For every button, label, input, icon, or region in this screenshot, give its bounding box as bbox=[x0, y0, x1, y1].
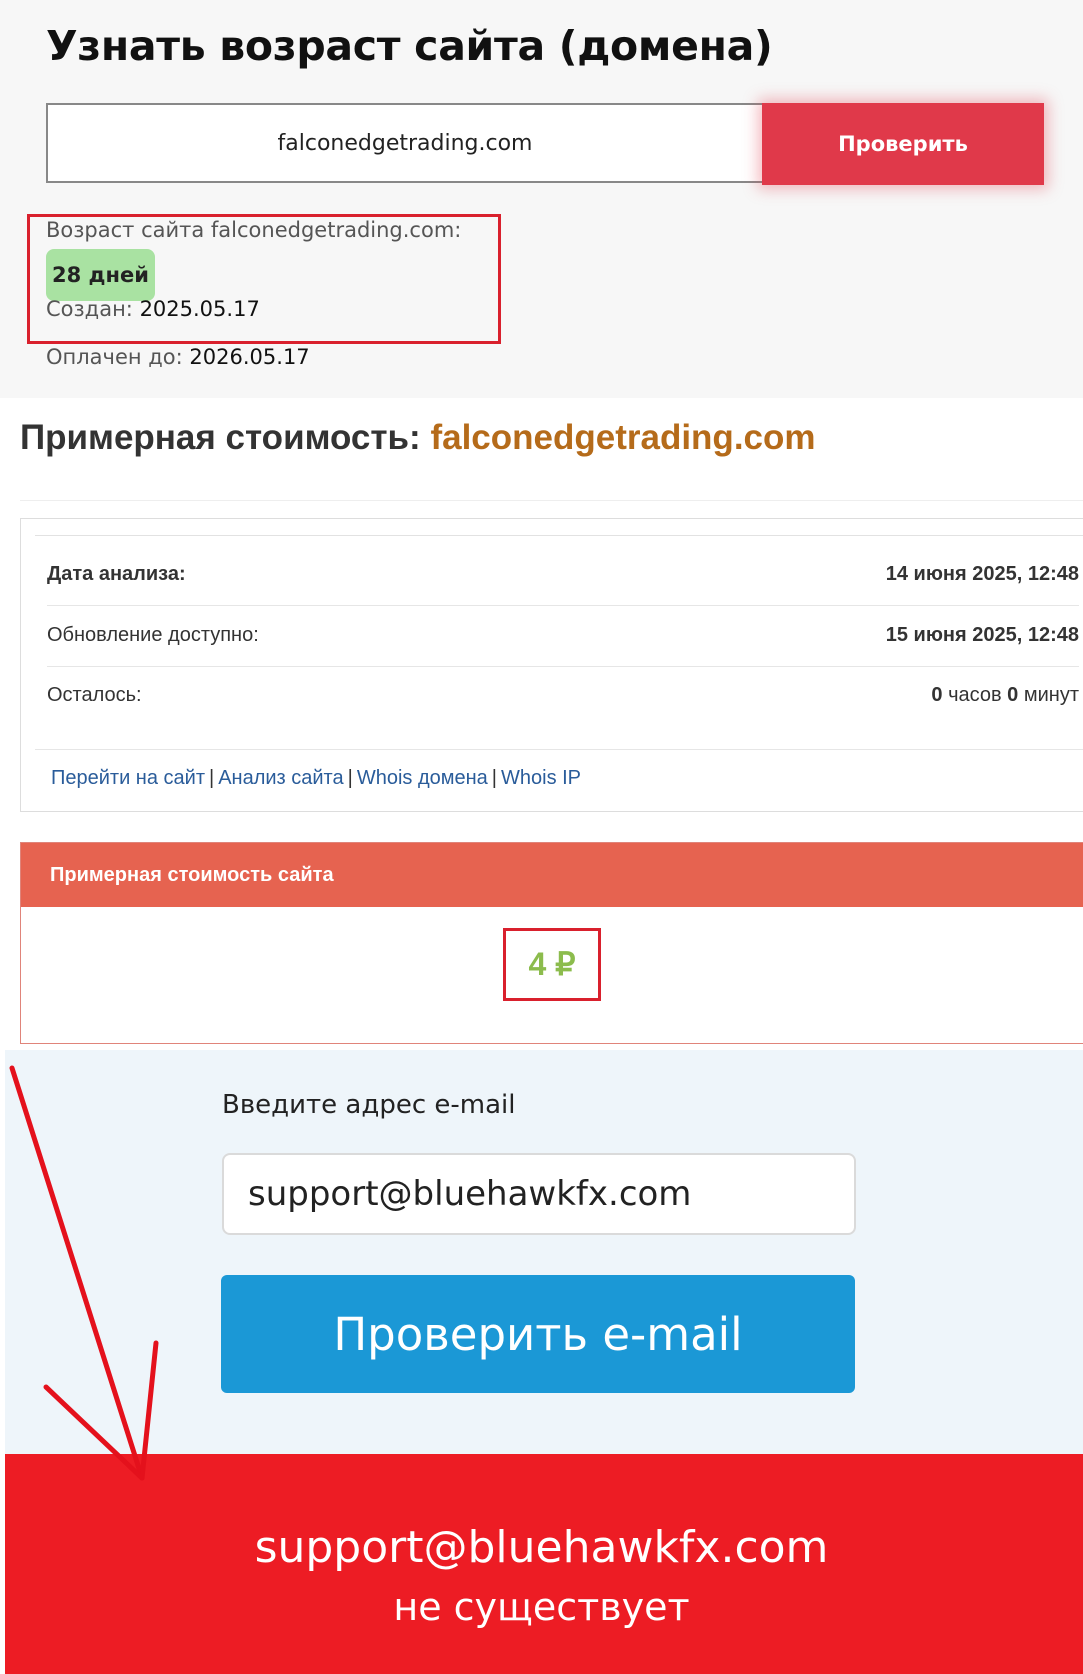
paid-until-line: Оплачен до: 2026.05.17 bbox=[46, 345, 310, 369]
age-badge: 28 дней bbox=[46, 249, 155, 301]
email-check-section bbox=[5, 1050, 1083, 1454]
estimate-header: Примерная стоимость сайта bbox=[21, 843, 1083, 907]
remaining-min-unit: минут bbox=[1023, 684, 1079, 706]
update-available-value: 15 июня 2025, 12:48 bbox=[885, 624, 1079, 646]
email-input[interactable] bbox=[222, 1153, 856, 1235]
estimate-header-label: Примерная стоимость сайта bbox=[50, 864, 334, 886]
estimate-value: 4 ₽ bbox=[503, 928, 601, 1001]
created-line: Создан: 2025.05.17 bbox=[46, 297, 260, 321]
age-label: Возраст сайта falconedgetrading.com: bbox=[46, 218, 462, 242]
analysis-card: Дата анализа: 14 июня 2025, 12:48 Обновл… bbox=[20, 518, 1083, 812]
link-whois-domain[interactable]: Whois домена bbox=[357, 767, 488, 789]
analysis-date-label: Дата анализа: bbox=[47, 563, 186, 585]
page-title: Узнать возраст сайта (домена) bbox=[46, 22, 773, 70]
remaining-value: 0 часов 0 минут bbox=[931, 684, 1079, 707]
cost-title: Примерная стоимость: falconedgetrading.c… bbox=[20, 418, 816, 458]
remaining-min-num: 0 bbox=[1007, 684, 1019, 706]
created-label: Создан: bbox=[46, 297, 133, 321]
remaining-hours-unit: часов bbox=[948, 684, 1002, 706]
divider bbox=[35, 749, 1083, 750]
check-button[interactable]: Проверить bbox=[762, 103, 1044, 185]
divider bbox=[35, 535, 1083, 536]
result-email: support@bluehawkfx.com bbox=[254, 1522, 829, 1573]
link-go-to-site[interactable]: Перейти на сайт bbox=[51, 767, 205, 789]
remaining-hours-num: 0 bbox=[931, 684, 943, 706]
cost-title-prefix: Примерная стоимость: bbox=[20, 418, 421, 457]
link-site-analysis[interactable]: Анализ сайта bbox=[218, 767, 343, 789]
email-label: Введите адрес e-mail bbox=[222, 1090, 516, 1120]
table-row: Осталось: 0 часов 0 минут bbox=[47, 666, 1079, 726]
cost-title-domain: falconedgetrading.com bbox=[430, 418, 816, 457]
paid-until-label: Оплачен до: bbox=[46, 345, 183, 369]
paid-until-value: 2026.05.17 bbox=[189, 345, 310, 369]
table-row: Обновление доступно: 15 июня 2025, 12:48 bbox=[47, 606, 1079, 667]
update-available-label: Обновление доступно: bbox=[47, 624, 259, 646]
site-links: Перейти на сайт | Анализ сайта | Whois домен… bbox=[51, 767, 581, 790]
check-email-button[interactable]: Проверить e-mail bbox=[221, 1275, 855, 1393]
link-separator: | bbox=[208, 767, 215, 789]
remaining-label: Осталось: bbox=[47, 684, 142, 706]
link-separator: | bbox=[491, 767, 497, 789]
link-separator: | bbox=[347, 767, 353, 789]
link-whois-ip[interactable]: Whois IP bbox=[501, 767, 581, 789]
created-value: 2025.05.17 bbox=[139, 297, 260, 321]
analysis-date-value: 14 июня 2025, 12:48 bbox=[885, 563, 1079, 585]
divider bbox=[20, 500, 1083, 501]
domain-input[interactable] bbox=[46, 103, 764, 183]
result-status: не существует bbox=[393, 1585, 690, 1629]
estimate-card: Примерная стоимость сайта 4 ₽ bbox=[20, 842, 1083, 1044]
table-row: Дата анализа: 14 июня 2025, 12:48 bbox=[47, 545, 1079, 606]
